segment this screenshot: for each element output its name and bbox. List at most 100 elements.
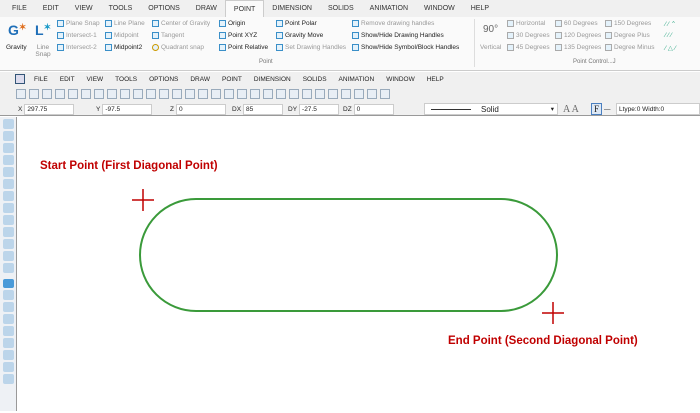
set-drawing-handles-button[interactable]: Set Drawing Handles bbox=[276, 44, 346, 51]
redo-icon[interactable] bbox=[159, 89, 169, 99]
circle-icon[interactable] bbox=[3, 179, 14, 189]
preview-icon[interactable] bbox=[81, 89, 91, 99]
menu-view[interactable]: VIEW bbox=[81, 76, 110, 83]
point-relative-button[interactable]: Point Relative bbox=[219, 44, 268, 51]
snap-icon[interactable] bbox=[315, 89, 325, 99]
copy-icon[interactable] bbox=[120, 89, 130, 99]
node-icon[interactable] bbox=[3, 251, 14, 261]
dimension-icon[interactable] bbox=[3, 215, 14, 225]
help-icon[interactable] bbox=[380, 89, 390, 99]
layer3-icon[interactable] bbox=[224, 89, 234, 99]
degree-plus-button[interactable]: Degree Plus bbox=[605, 32, 650, 39]
menu-options[interactable]: OPTIONS bbox=[143, 76, 184, 83]
dx-field[interactable]: DX 85 bbox=[232, 103, 284, 115]
line-width-icon[interactable]: — bbox=[604, 103, 611, 115]
extra-tool-icon[interactable]: ⁄ ⁄ ⌃ bbox=[665, 20, 676, 28]
new-icon[interactable] bbox=[16, 89, 26, 99]
dy-field[interactable]: DY -27.5 bbox=[288, 103, 340, 115]
point-polar-button[interactable]: Point Polar bbox=[276, 20, 317, 27]
fill-icon[interactable]: F bbox=[591, 103, 603, 115]
x-field[interactable]: X 297.75 bbox=[18, 103, 75, 115]
window-icon[interactable] bbox=[354, 89, 364, 99]
line-snap-button[interactable]: Line Snap bbox=[35, 44, 51, 58]
origin-button[interactable]: Origin bbox=[219, 20, 245, 27]
tab-dimension[interactable]: DIMENSION bbox=[264, 0, 320, 17]
dy-input[interactable]: -27.5 bbox=[299, 103, 340, 115]
intersect-icon[interactable] bbox=[3, 350, 14, 360]
remove-drawing-handles-button[interactable]: Remove drawing handles bbox=[352, 20, 434, 27]
line-snap-icon[interactable] bbox=[3, 338, 14, 348]
tab-tools[interactable]: TOOLS bbox=[101, 0, 141, 17]
intersect2-icon[interactable] bbox=[3, 362, 14, 372]
midpoint-button[interactable]: Midpoint bbox=[105, 32, 139, 39]
dx-input[interactable]: 85 bbox=[243, 103, 284, 115]
extra-tool-icon[interactable]: ⁄ △ ⁄ bbox=[665, 44, 676, 52]
rounded-slot-shape[interactable] bbox=[139, 198, 558, 312]
dz-input[interactable]: 0 bbox=[353, 103, 394, 115]
save-icon[interactable] bbox=[42, 89, 52, 99]
menu-tools[interactable]: TOOLS bbox=[109, 76, 143, 83]
cut-icon[interactable] bbox=[107, 89, 117, 99]
tab-options[interactable]: OPTIONS bbox=[140, 0, 188, 17]
undo-icon[interactable] bbox=[146, 89, 156, 99]
3d-object-icon[interactable] bbox=[3, 290, 14, 300]
ellipse-icon[interactable] bbox=[3, 191, 14, 201]
open-icon[interactable] bbox=[29, 89, 39, 99]
line-plane-button[interactable]: Line Plane bbox=[105, 20, 145, 27]
tab-file[interactable]: FILE bbox=[4, 0, 35, 17]
show-hide-symbol-handles-button[interactable]: Show/Hide Symbol/Block Handles bbox=[352, 44, 459, 51]
box-icon[interactable] bbox=[3, 155, 14, 165]
menu-point[interactable]: POINT bbox=[216, 76, 248, 83]
3d-icon[interactable] bbox=[250, 89, 260, 99]
ltype-field[interactable]: Ltype:0 Width:0 bbox=[616, 103, 700, 115]
tab-animation[interactable]: ANIMATION bbox=[362, 0, 416, 17]
y-input[interactable]: -97.5 bbox=[102, 103, 153, 115]
degree-minus-button[interactable]: Degree Minus bbox=[605, 44, 654, 51]
menu-dimension[interactable]: DIMENSION bbox=[248, 76, 297, 83]
array-icon[interactable] bbox=[3, 203, 14, 213]
tangent-button[interactable]: Tangent bbox=[152, 32, 184, 39]
quadrant-snap-button[interactable]: Quadrant snap bbox=[152, 44, 204, 51]
tab-point[interactable]: POINT bbox=[224, 0, 265, 17]
menu-animation[interactable]: ANIMATION bbox=[333, 76, 381, 83]
menu-edit[interactable]: EDIT bbox=[54, 76, 81, 83]
gravity-snap-icon[interactable] bbox=[3, 326, 14, 336]
gravity-move-button[interactable]: Gravity Move bbox=[276, 32, 323, 39]
print-preview-icon[interactable] bbox=[68, 89, 78, 99]
tab-edit[interactable]: EDIT bbox=[35, 0, 67, 17]
vertical-button[interactable]: Vertical bbox=[480, 44, 501, 51]
info-icon[interactable] bbox=[367, 89, 377, 99]
crosshair-icon[interactable] bbox=[172, 89, 182, 99]
select-icon[interactable] bbox=[185, 89, 195, 99]
tab-window[interactable]: WINDOW bbox=[416, 0, 463, 17]
menu-help[interactable]: HELP bbox=[421, 76, 450, 83]
point-icon[interactable] bbox=[3, 239, 14, 249]
center-of-gravity-button[interactable]: Center of Gravity bbox=[152, 20, 210, 27]
print-icon[interactable] bbox=[55, 89, 65, 99]
extra-tool-icon[interactable]: ⁄ ⁄ ⁄ bbox=[665, 32, 672, 39]
drawing-canvas[interactable]: Start Point (First Diagonal Point) End P… bbox=[18, 117, 700, 411]
2d-icon[interactable] bbox=[237, 89, 247, 99]
grid-icon[interactable] bbox=[276, 89, 286, 99]
60-degrees-button[interactable]: 60 Degrees bbox=[555, 20, 598, 27]
snap-off-icon[interactable] bbox=[3, 279, 14, 288]
wand-icon[interactable] bbox=[3, 302, 14, 312]
tab-view[interactable]: VIEW bbox=[67, 0, 101, 17]
menu-window[interactable]: WINDOW bbox=[380, 76, 421, 83]
angle-icon[interactable] bbox=[302, 89, 312, 99]
tab-solids[interactable]: SOLIDS bbox=[320, 0, 362, 17]
z-field[interactable]: Z0 bbox=[170, 103, 226, 115]
gravity-button[interactable]: Gravity bbox=[6, 44, 27, 51]
triangle-icon[interactable] bbox=[3, 314, 14, 324]
block-icon[interactable] bbox=[3, 263, 14, 273]
y-field[interactable]: Y -97.5 bbox=[96, 103, 153, 115]
intersect-2-button[interactable]: Intersect-2 bbox=[57, 44, 97, 51]
polyline-icon[interactable] bbox=[3, 143, 14, 153]
layer2-icon[interactable] bbox=[211, 89, 221, 99]
axis-icon[interactable] bbox=[289, 89, 299, 99]
midpoint-icon[interactable] bbox=[3, 374, 14, 384]
150-degrees-button[interactable]: 150 Degrees bbox=[605, 20, 651, 27]
line-style-select[interactable]: Solid ▾ bbox=[424, 103, 558, 115]
menu-file[interactable]: FILE bbox=[28, 76, 54, 83]
midpoint2-button[interactable]: Midpoint2 bbox=[105, 44, 142, 51]
